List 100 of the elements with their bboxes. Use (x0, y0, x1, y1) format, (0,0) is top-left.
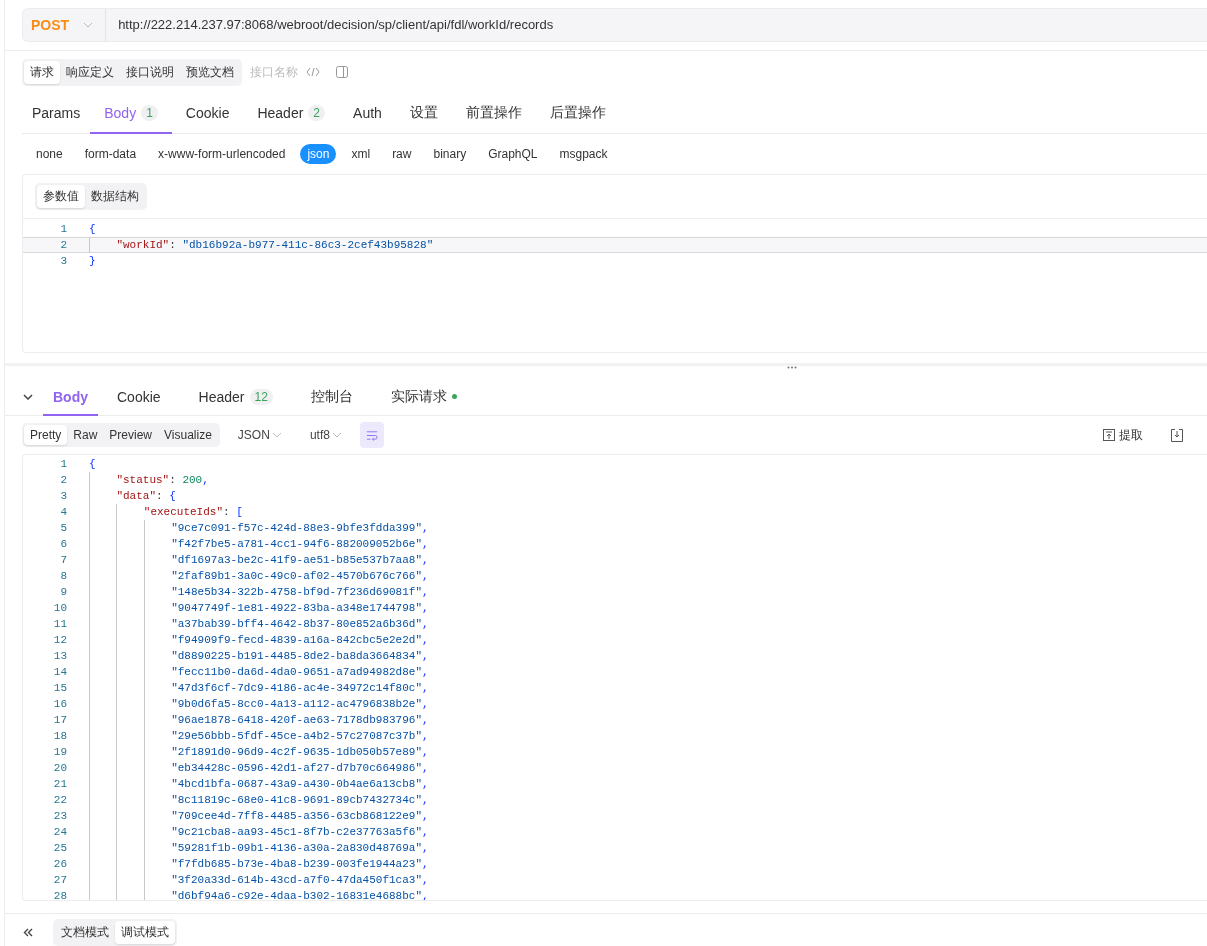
body-type-option[interactable]: binary (426, 144, 474, 165)
line-number: 20 (52, 761, 68, 777)
doc-tab[interactable]: 响应定义 (60, 61, 120, 84)
line-number: 3 (59, 489, 68, 505)
code-line: { (89, 222, 97, 238)
code-line: "148e5b34-322b-4758-bf9d-7f236d69081f", (171, 585, 430, 601)
view-tab[interactable]: Preview (103, 425, 159, 446)
doc-tab[interactable]: 接口说明 (120, 61, 180, 84)
line-number: 22 (52, 793, 68, 809)
request-tab[interactable]: Body 1 (90, 94, 172, 135)
line-number: 3 (59, 254, 68, 270)
line-number: 1 (59, 222, 68, 238)
body-type-option[interactable]: x-www-form-urlencoded (151, 144, 293, 165)
body-type-option[interactable]: msgpack (552, 144, 615, 165)
url-bar[interactable]: POST http://222.214.237.97:8068/webroot/decision/sp/client/api/fdl/workId/records (22, 8, 1207, 42)
code-line: "9c21cba8-aa93-45c1-8f7b-c2e37763a5f6", (171, 825, 430, 841)
code-line: "3f20a33d-614b-43cd-a7f0-47da450f1ca3", (171, 873, 430, 889)
code-line: "9b0d6fa5-8cc0-4a13-a112-ac4796838b2e", (171, 697, 430, 713)
request-tab[interactable]: Cookie (171, 94, 244, 135)
wrap-button[interactable] (359, 422, 384, 449)
code-line: } (89, 254, 97, 270)
line-number: 15 (52, 681, 68, 697)
code-line: "fecc11b0-da6d-4da0-9651-a7ad94982d8e", (171, 665, 430, 681)
line-number: 8 (59, 569, 68, 585)
response-tab[interactable]: Body (43, 379, 98, 417)
response-tab[interactable]: Cookie (98, 379, 180, 417)
request-tab[interactable]: Auth (339, 94, 396, 135)
code-line: "f94909f9-fecd-4839-a16a-842cbc5e2e2d", (171, 633, 430, 649)
body-type-option[interactable]: none (29, 144, 70, 165)
count-badge: 1 (141, 105, 158, 122)
response-tab[interactable]: Header 12 (179, 379, 292, 417)
line-number: 7 (59, 553, 68, 569)
response-tab[interactable]: 控制台 (291, 379, 372, 417)
line-number: 11 (52, 617, 68, 633)
code-line: "d6bf94a6-c92e-4daa-b302-16831e4688bc", (171, 889, 430, 900)
line-number: 19 (52, 745, 68, 761)
line-number: 2 (59, 238, 68, 254)
caret-icon (271, 432, 282, 439)
caret-icon (331, 432, 342, 439)
code-line: "709cee4d-7ff8-4485-a356-63cb868122e9", (171, 809, 430, 825)
line-number: 21 (52, 777, 68, 793)
line-number: 24 (52, 825, 68, 841)
request-tab[interactable]: Params (22, 94, 91, 135)
code-line: "a37bab39-bff4-4642-8b37-80e852a6b36d", (171, 617, 430, 633)
line-number: 5 (59, 521, 68, 537)
body-type-option[interactable]: form-data (77, 144, 144, 165)
line-number: 6 (59, 537, 68, 553)
body-type-option[interactable]: raw (385, 144, 419, 165)
code-icon[interactable] (306, 67, 320, 78)
editor-tab[interactable]: 数据结构 (85, 185, 145, 209)
url-field[interactable]: http://222.214.237.97:8068/webroot/decision/sp/client/api/fdl/workId/records (105, 9, 554, 41)
code-line: "9ce7c091-f57c-424d-88e3-9bfe3fdda399", (171, 521, 430, 537)
code-line: "96ae1878-6418-420f-ae63-7178db983796", (171, 713, 430, 729)
status-dot (451, 394, 457, 400)
mode-tab[interactable]: 调试模式 (115, 921, 175, 944)
view-tab[interactable]: Raw (67, 425, 104, 446)
download-icon[interactable] (1171, 428, 1183, 442)
code-line: "executeIds": [ (143, 505, 244, 521)
doc-tab[interactable]: 预览文档 (180, 61, 240, 84)
line-number: 4 (59, 505, 68, 521)
line-number: 12 (52, 633, 68, 649)
editor-tab[interactable]: 参数值 (37, 185, 85, 209)
code-line: "47d3f6cf-7dc9-4186-ac4e-34972c14f80c", (171, 681, 430, 697)
mode-tab[interactable]: 文档模式 (55, 921, 115, 944)
encoding-select[interactable]: utf8 (299, 428, 352, 443)
line-number: 16 (52, 697, 68, 713)
line-number: 26 (52, 857, 68, 873)
wrap-icon (365, 429, 378, 441)
code-line: "59281f1b-09b1-4136-a30a-2a830d48769a", (171, 841, 430, 857)
code-line: "eb34428c-0596-42d1-af27-d7b70c664986", (171, 761, 430, 777)
line-number: 10 (52, 601, 68, 617)
extract-button[interactable]: 提取 (1097, 425, 1149, 445)
line-number: 1 (59, 457, 68, 473)
body-type-option[interactable]: xml (344, 144, 378, 165)
line-number: 9 (59, 585, 68, 601)
code-line: "df1697a3-be2c-41f9-ae51-b85e537b7aa8", (171, 553, 430, 569)
code-line: "9047749f-1e81-4922-83ba-a348e1744798", (171, 601, 430, 617)
collapse-icon[interactable] (23, 928, 33, 937)
view-tab[interactable]: Pretty (24, 425, 68, 446)
body-type-option[interactable]: GraphQL (481, 144, 545, 165)
request-tab[interactable]: 后置操作 (535, 94, 620, 135)
code-line: "8c11819c-68e0-41c8-9691-89cb7432734c", (171, 793, 430, 809)
chevron-icon[interactable] (23, 394, 33, 401)
line-number: 23 (52, 809, 68, 825)
format-select[interactable]: JSON (227, 428, 292, 443)
code-line: "2faf89b1-3a0c-49c0-af02-4570b676c766", (171, 569, 430, 585)
request-tab[interactable]: 前置操作 (451, 94, 536, 135)
line-number: 13 (52, 649, 68, 665)
code-line: "f42f7be5-a781-4cc1-94f6-882009052b6e", (171, 537, 430, 553)
code-line: "4bcd1bfa-0687-43a9-a430-0b4ae6a13cb8", (171, 777, 430, 793)
line-number: 18 (52, 729, 68, 745)
view-tab[interactable]: Visualize (158, 425, 218, 446)
request-tab[interactable]: Header 2 (243, 94, 340, 135)
upload-icon (1103, 429, 1115, 442)
request-tab[interactable]: 设置 (395, 94, 452, 135)
drag-handle-icon[interactable] (787, 366, 797, 370)
response-tab[interactable]: 实际请求 (371, 379, 476, 417)
code-line: "workId": "db16b92a-b977-411c-86c3-2cef43b95828" (116, 238, 435, 254)
doc-tab[interactable]: 请求 (24, 61, 60, 84)
panel-icon[interactable] (336, 66, 348, 79)
